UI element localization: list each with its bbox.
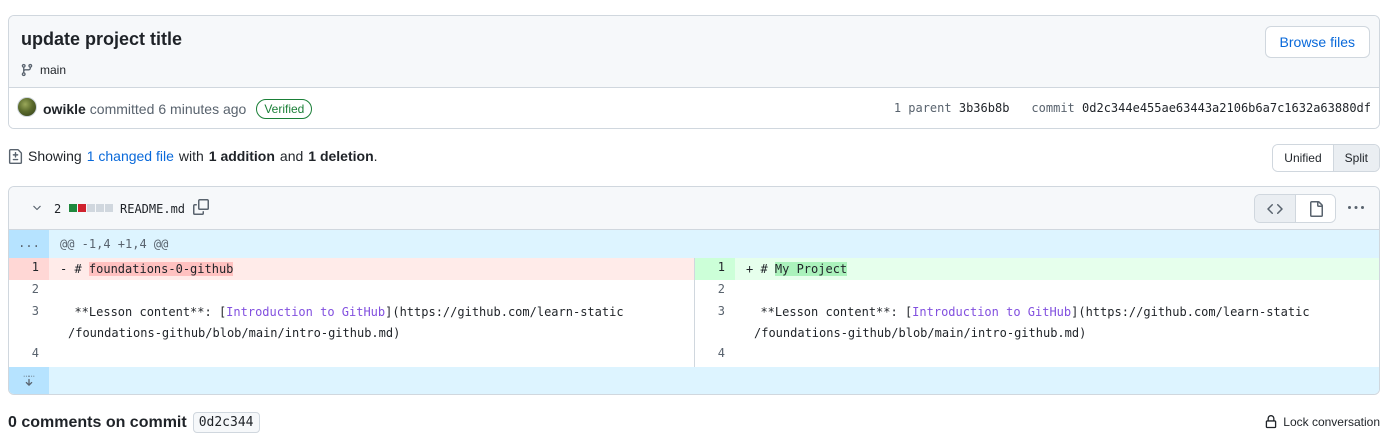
git-branch-icon: [21, 63, 33, 77]
hunk-header: ... @@ -1,4 +1,4 @@: [9, 230, 1379, 258]
split-view-button[interactable]: Split: [1332, 145, 1379, 171]
unfold-down-icon: [23, 375, 35, 386]
diff-line-added: 1 + # My Project: [695, 258, 1379, 280]
diff-line: 4: [695, 346, 1379, 367]
diff-line-deleted: 1 - # foundations-0-github: [9, 258, 694, 280]
line-number[interactable]: 3: [9, 302, 49, 346]
line-number[interactable]: 4: [695, 346, 735, 367]
lock-conversation-button[interactable]: Lock conversation: [1264, 415, 1380, 429]
commit-sha-chip: 0d2c344: [192, 412, 260, 433]
file-change-count: 2: [54, 202, 62, 216]
diffstat-block: [87, 204, 95, 212]
expand-down-button[interactable]: [9, 367, 49, 394]
diffstat-block: [69, 204, 77, 212]
code-text: ](https://github.com/learn-static: [385, 305, 624, 319]
line-number[interactable]: 4: [9, 346, 49, 367]
deleted-text: foundations-0-github: [88, 262, 234, 276]
summary-and: and: [279, 148, 304, 164]
summary-with: with: [178, 148, 204, 164]
code-text: ](https://github.com/learn-static: [1071, 305, 1310, 319]
commit-info: commit 0d2c344e455ae63443a2106b6a7c1632a…: [1031, 101, 1371, 115]
kebab-menu-icon[interactable]: [1347, 200, 1365, 216]
line-number[interactable]: 2: [9, 280, 49, 302]
diff-prefix: + #: [746, 262, 775, 276]
diffstat-blocks: [69, 204, 113, 212]
source-view-button[interactable]: [1255, 195, 1295, 222]
parent-sha-link[interactable]: 3b36b8b: [959, 101, 1010, 116]
hunk-expand-button[interactable]: ...: [9, 230, 49, 258]
added-text: My Project: [774, 262, 848, 276]
file-diff: 2 README.md ... @@ -1,4 +1,4 @@ 1 - # fo…: [8, 186, 1380, 395]
line-number[interactable]: 1: [695, 258, 735, 280]
parent-label: 1 parent: [893, 101, 952, 115]
code-line: **Lesson content**: [Introduction to Git…: [746, 302, 1310, 344]
diff-left-pane: 1 - # foundations-0-github 2 3 **Lesson …: [9, 258, 695, 367]
diff-prefix: - #: [60, 262, 89, 276]
diffstat-block: [105, 204, 113, 212]
diff-line: 2: [695, 280, 1379, 302]
code-line: **Lesson content**: [Introduction to Git…: [60, 302, 624, 344]
commit-header: update project title main Browse files o…: [8, 15, 1380, 129]
file-diff-icon: [8, 148, 23, 164]
hunk-range: @@ -1,4 +1,4 @@: [60, 237, 169, 251]
diff-right-pane: 1 + # My Project 2 3 **Lesson content**:…: [695, 258, 1379, 367]
diff-summary: Showing 1 changed file with 1 addition a…: [8, 148, 378, 164]
summary-showing: Showing: [28, 148, 82, 164]
browse-files-button[interactable]: Browse files: [1264, 26, 1370, 58]
comments-title: 0 comments on commit: [8, 413, 187, 431]
file-header: 2 README.md: [9, 187, 1379, 230]
chevron-down-icon[interactable]: [31, 202, 43, 214]
code-text-wrap: /foundations-github/blob/main/intro-gith…: [68, 326, 401, 340]
commit-time[interactable]: 6 minutes ago: [158, 101, 246, 117]
commit-action: committed: [89, 101, 155, 117]
lock-label: Lock conversation: [1283, 415, 1380, 429]
diff-line: 3 **Lesson content**: [Introduction to G…: [695, 302, 1379, 346]
commit-title-area: update project title main Browse files: [9, 16, 1379, 88]
branch-name: main: [40, 63, 67, 77]
summary-period: .: [373, 148, 378, 164]
author-link[interactable]: owikle: [43, 101, 86, 117]
code-text: **Lesson content**: [: [60, 305, 227, 319]
deletions-count: 1 deletion: [308, 148, 374, 164]
author-line: owikle committed 6 minutes ago Verified: [43, 99, 313, 119]
code-text-wrap: /foundations-github/blob/main/intro-gith…: [754, 326, 1087, 340]
commit-label: commit: [1031, 101, 1075, 115]
additions-count: 1 addition: [208, 148, 275, 164]
diff-line: 3 **Lesson content**: [Introduction to G…: [9, 302, 694, 346]
line-number[interactable]: 3: [695, 302, 735, 346]
comments-heading: 0 comments on commit 0d2c344: [8, 412, 260, 433]
code-link-text: Introduction to GitHub: [912, 305, 1072, 319]
code-link-text: Introduction to GitHub: [226, 305, 386, 319]
diff-view-toggle: Unified Split: [1272, 144, 1380, 172]
expand-row: [9, 367, 1379, 394]
file-view-toggle: [1254, 194, 1336, 223]
diff-line: 4: [9, 346, 694, 367]
lock-icon: [1266, 415, 1277, 429]
file-name[interactable]: README.md: [120, 202, 185, 216]
branch-indicator[interactable]: main: [20, 63, 66, 77]
changed-files-link[interactable]: 1 changed file: [87, 148, 174, 164]
code-line: + # My Project: [746, 258, 848, 280]
file-icon: [1309, 200, 1323, 217]
avatar[interactable]: [17, 97, 37, 117]
code-icon: [1267, 203, 1283, 214]
commit-author-bar: owikle committed 6 minutes ago Verified …: [9, 88, 1379, 128]
commit-sha: 0d2c344e455ae63443a2106b6a7c1632a63880df: [1082, 101, 1371, 115]
line-number[interactable]: 1: [9, 258, 49, 280]
line-number[interactable]: 2: [695, 280, 735, 302]
diffstat-block: [78, 204, 86, 212]
rich-view-button[interactable]: [1295, 195, 1335, 222]
code-text: **Lesson content**: [: [746, 305, 913, 319]
copy-icon[interactable]: [193, 199, 209, 215]
code-line: - # foundations-0-github: [60, 258, 234, 280]
commit-meta: 1 parent 3b36b8b commit 0d2c344e455ae634…: [894, 101, 1371, 115]
verified-badge[interactable]: Verified: [256, 99, 313, 119]
diff-line: 2: [9, 280, 694, 302]
diffstat-block: [96, 204, 104, 212]
parent-info: 1 parent 3b36b8b: [894, 101, 1010, 115]
commit-title: update project title: [21, 29, 183, 49]
unified-view-button[interactable]: Unified: [1273, 145, 1333, 171]
